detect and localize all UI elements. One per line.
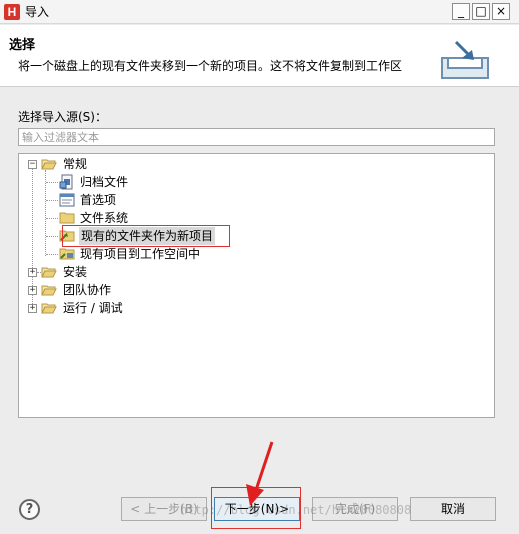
maximize-button[interactable]: □	[472, 3, 490, 20]
import-source-tree[interactable]: − 常规 归档文件 首选项 文件系统 现有的文件夹作为新项目 现有项目到工作空间…	[18, 153, 495, 418]
open-folder-icon	[41, 159, 57, 170]
import-wizard-icon	[441, 40, 489, 79]
archive-icon	[59, 174, 73, 190]
tree-group-general[interactable]: − 常规	[23, 155, 223, 173]
minimize-button[interactable]: _	[452, 3, 470, 20]
preferences-icon	[59, 193, 75, 207]
tree-guide-line	[46, 218, 58, 219]
tree-item-label: 首选项	[80, 193, 117, 207]
tree-group-label: 常规	[63, 157, 88, 171]
open-folder-icon	[41, 285, 57, 296]
tree-group-install[interactable]: + 安装	[23, 263, 173, 281]
import-source-label: 选择导入源(S)：	[18, 110, 107, 124]
open-folder-icon	[41, 303, 57, 314]
tree-item-label: 现有项目到工作空间中	[80, 247, 201, 261]
expand-toggle[interactable]: +	[28, 286, 37, 295]
collapse-toggle[interactable]: −	[28, 160, 37, 169]
close-button[interactable]: ×	[492, 3, 510, 20]
tree-guide-line	[46, 200, 58, 201]
page-description: 将一个磁盘上的现有文件夹移到一个新的项目。这不将文件复制到工作区	[18, 59, 403, 73]
folder-icon	[59, 212, 75, 224]
tree-item-preferences[interactable]: 首选项	[59, 191, 199, 209]
open-folder-icon	[41, 267, 57, 278]
tree-group-team[interactable]: + 团队协作	[23, 281, 173, 299]
tree-item-archive[interactable]: 归档文件	[59, 173, 199, 191]
tree-group-label: 运行 / 调试	[63, 301, 123, 315]
tree-group-run-debug[interactable]: + 运行 / 调试	[23, 299, 173, 317]
highlight-annotation-box	[62, 225, 230, 247]
window-titlebar[interactable]: H 导入 _ □ ×	[0, 0, 519, 24]
expand-toggle[interactable]: +	[28, 268, 37, 277]
cancel-button[interactable]: 取消	[410, 497, 496, 521]
back-button[interactable]: < 上一步(B)	[121, 497, 207, 521]
page-title: 选择	[9, 38, 36, 53]
project-import-icon	[59, 248, 75, 260]
help-icon[interactable]: ?	[19, 499, 40, 520]
app-icon: H	[4, 4, 20, 20]
tree-group-label: 安装	[63, 265, 88, 279]
expand-toggle[interactable]: +	[28, 304, 37, 313]
tree-item-label: 归档文件	[80, 175, 129, 189]
window-title: 导入	[25, 5, 50, 19]
tree-group-label: 团队协作	[63, 283, 112, 297]
tree-guide-line	[46, 254, 58, 255]
tree-item-existing-project[interactable]: 现有项目到工作空间中	[59, 245, 201, 263]
wizard-header: 选择 将一个磁盘上的现有文件夹移到一个新的项目。这不将文件复制到工作区	[0, 25, 519, 87]
red-arrow-annotation	[246, 441, 274, 506]
filter-input[interactable]	[18, 128, 495, 146]
tree-guide-line	[46, 236, 58, 237]
finish-button[interactable]: 完成(F)	[312, 497, 398, 521]
tree-guide-line	[46, 182, 58, 183]
